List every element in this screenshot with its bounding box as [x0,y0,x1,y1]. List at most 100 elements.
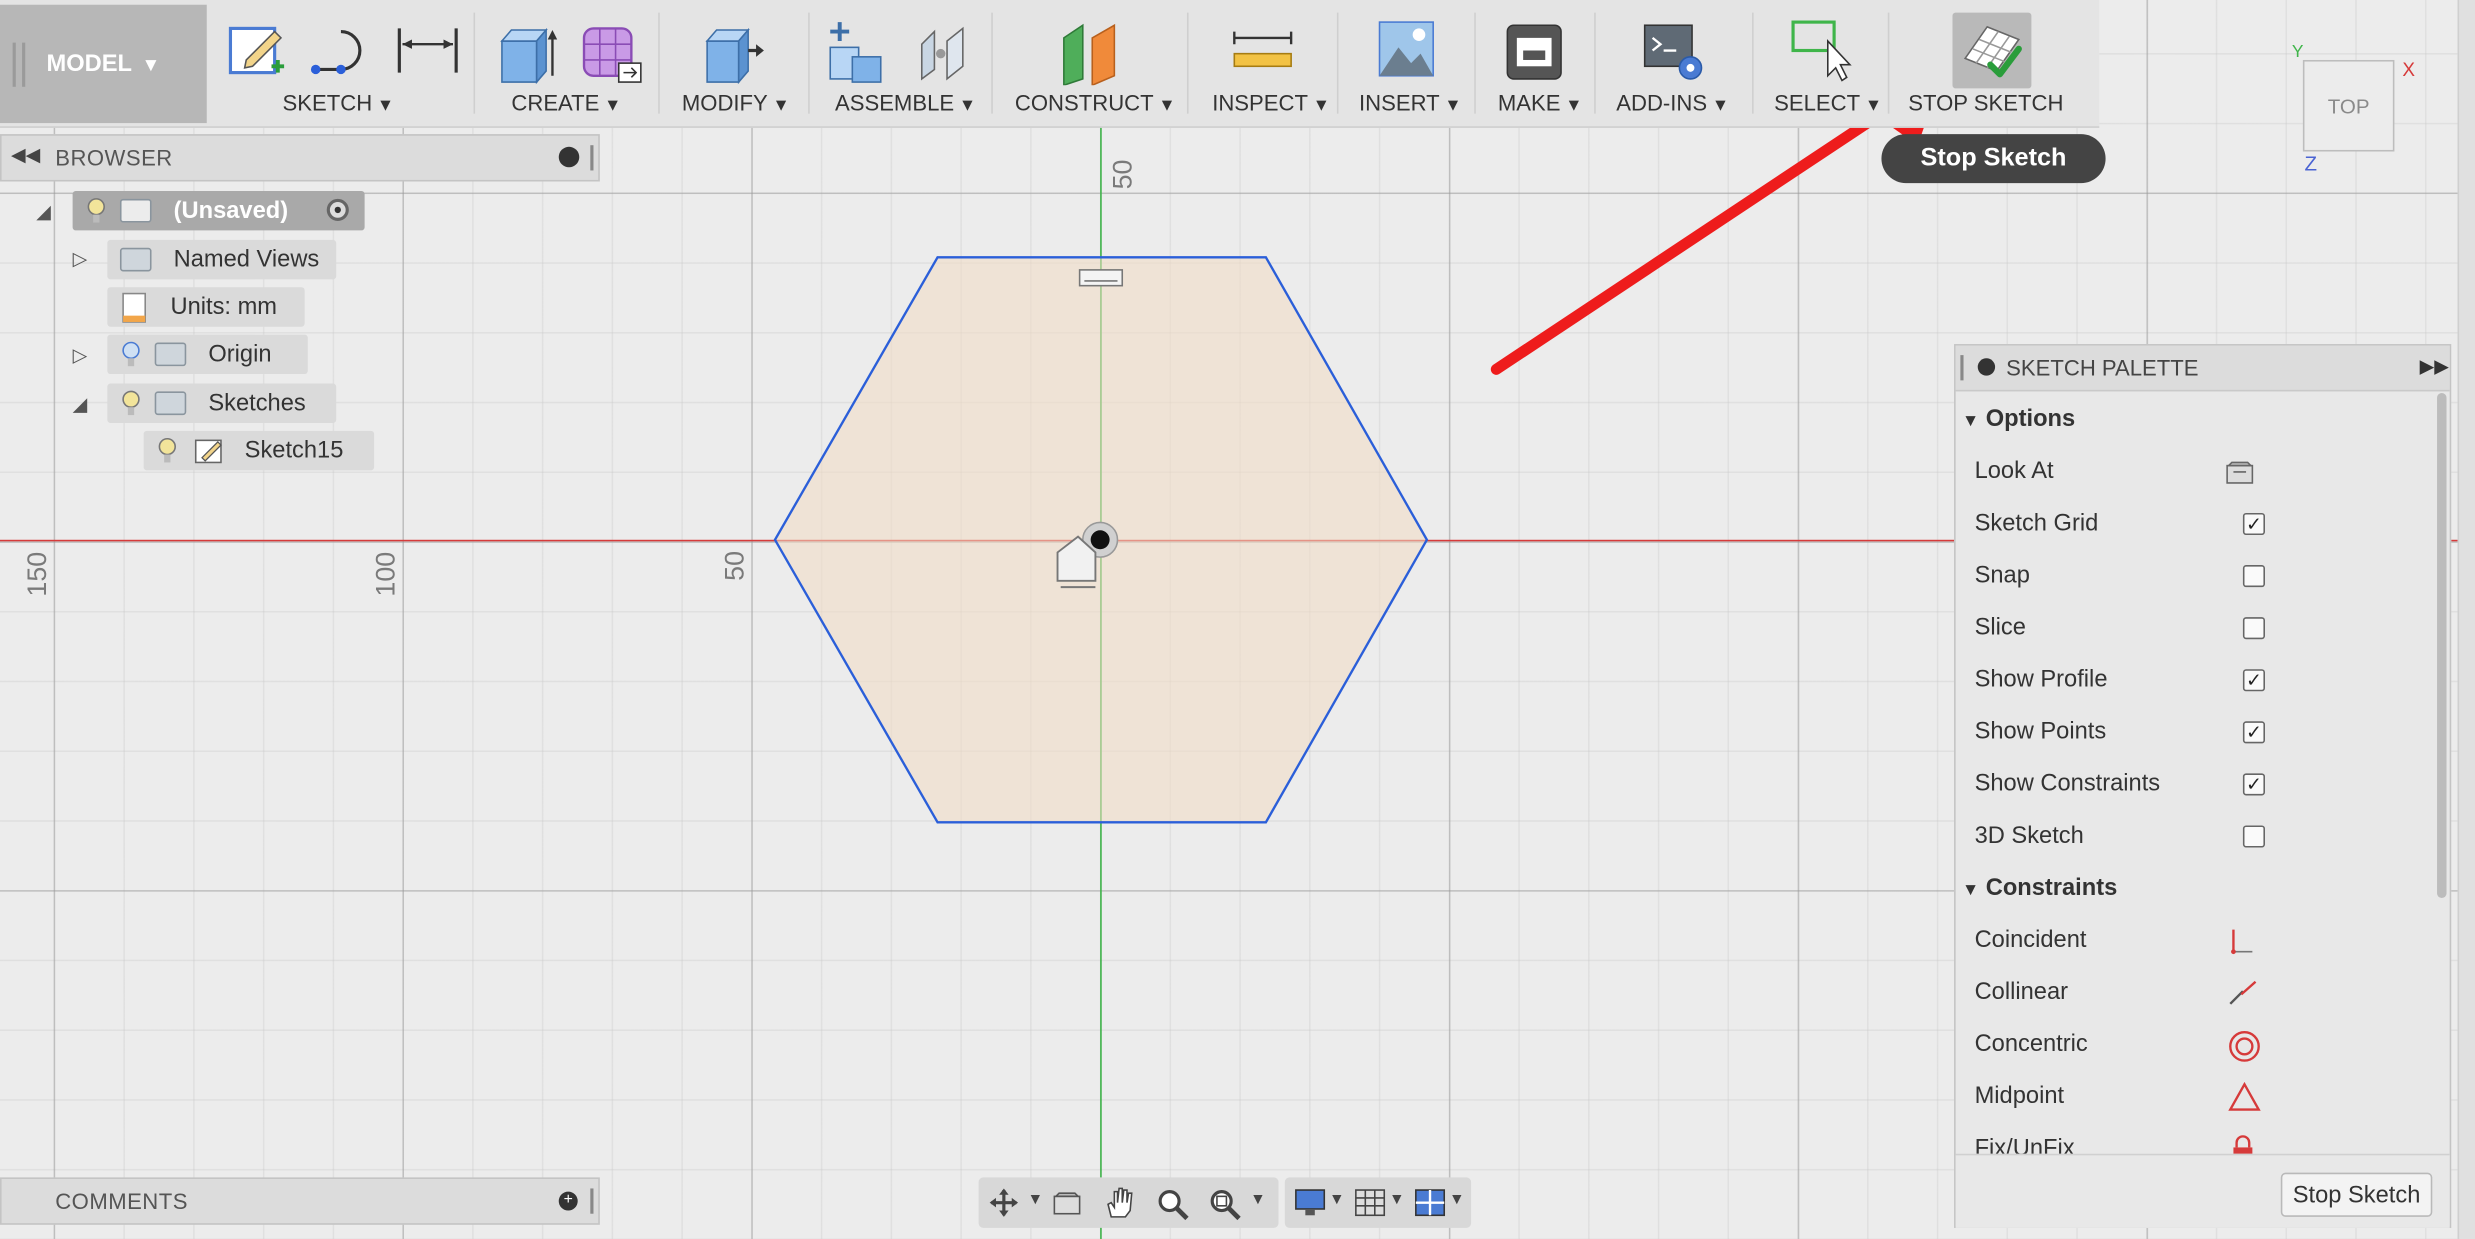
expand-named-views-icon[interactable]: ▷ [73,248,88,270]
collapse-panel-icon[interactable]: ◀◀ [11,144,40,166]
show-profile-checkbox[interactable]: ✓ [2242,669,2266,692]
assemble-menu[interactable]: ASSEMBLE ▼ [835,90,976,115]
select-menu[interactable]: SELECT ▼ [1774,90,1882,115]
insert-image-icon[interactable] [1376,19,1436,79]
tree-item-root[interactable]: (Unsaved) [72,190,365,231]
extrude-icon[interactable] [496,22,559,85]
viewports-icon[interactable] [1414,1188,1446,1217]
palette-scrollbar[interactable] [2437,392,2447,899]
joint-icon[interactable] [912,22,975,85]
make-menu[interactable]: MAKE ▼ [1498,90,1583,115]
new-component-icon[interactable] [824,19,887,85]
sketch-menu[interactable]: SKETCH ▼ [283,90,395,115]
zoom-icon[interactable] [1155,1187,1190,1222]
modify-menu[interactable]: MODIFY ▼ [682,90,790,115]
measure-icon[interactable] [1231,28,1294,72]
slice-checkbox[interactable] [2242,617,2266,640]
look-at-icon[interactable] [1051,1188,1083,1216]
option-show-constraints[interactable]: Show Constraints ✓ [1975,770,2291,797]
expand-root-icon[interactable]: ◢ [36,200,51,222]
tree-item-units[interactable]: Units: mm [107,287,305,327]
constraints-section-header[interactable]: ▼ Constraints [1962,874,2117,901]
create-sketch-icon[interactable] [227,22,287,82]
press-pull-icon[interactable] [701,22,767,85]
panel-grip-icon[interactable] [1960,355,1964,381]
collinear-icon[interactable] [2227,979,2259,1007]
panel-grip-icon[interactable] [590,145,594,171]
concentric-icon[interactable] [2227,1029,2262,1064]
browser-panel-header[interactable]: ◀◀ BROWSER [0,134,600,182]
chevron-down-icon[interactable]: ▼ [1028,1192,1044,1209]
chevron-down-icon[interactable]: ▼ [1389,1192,1405,1209]
sketch-palette-header[interactable]: SKETCH PALETTE ▶▶ [1955,345,2450,392]
option-show-profile[interactable]: Show Profile ✓ [1975,666,2291,693]
options-section-header[interactable]: ▼ Options [1962,406,2075,433]
zoom-window-icon[interactable] [1207,1187,1242,1222]
offset-plane-icon[interactable] [1058,19,1124,86]
visibility-bulb-icon[interactable] [120,389,142,417]
option-slice[interactable]: Slice [1975,614,2291,641]
stop-sketch-label[interactable]: STOP SKETCH [1908,90,2063,115]
chevron-down-icon[interactable]: ▼ [1329,1192,1345,1209]
chevron-down-icon[interactable]: ▼ [1250,1192,1266,1209]
comments-panel[interactable]: COMMENTS + [0,1177,600,1225]
tree-item-named-views[interactable]: Named Views [107,239,337,280]
scripts-icon[interactable] [1642,22,1705,82]
construct-menu[interactable]: CONSTRUCT ▼ [1015,90,1176,115]
3d-print-icon[interactable] [1504,22,1564,82]
option-look-at[interactable]: Look At [1975,458,2291,485]
stop-sketch-button[interactable]: Stop Sketch [2280,1172,2433,1217]
visibility-bulb-icon[interactable] [85,196,107,224]
coincident-icon[interactable] [2227,926,2259,955]
expand-origin-icon[interactable]: ▷ [73,344,88,366]
look-at-icon[interactable] [2224,458,2256,486]
visibility-bulb-icon[interactable] [156,436,178,464]
chevron-down-icon[interactable]: ▼ [1449,1192,1465,1209]
select-icon[interactable] [1790,19,1856,82]
tree-item-origin[interactable]: Origin [107,334,308,375]
toolbar-grip-icon[interactable] [12,42,26,87]
constraint-coincident[interactable]: Coincident [1975,926,2291,955]
orbit-icon[interactable] [988,1187,1020,1219]
tree-item-sketches[interactable]: Sketches [107,383,337,423]
line-tool-icon[interactable] [309,25,372,79]
insert-menu[interactable]: INSERT ▼ [1359,90,1462,115]
tree-item-sketch15[interactable]: Sketch15 [143,430,375,471]
browser-minimize-icon[interactable] [558,146,580,168]
panel-grip-icon[interactable] [590,1188,594,1214]
option-show-points[interactable]: Show Points ✓ [1975,718,2291,745]
dimension-tool-icon[interactable] [395,25,461,76]
stop-sketch-icon[interactable] [1959,17,2025,83]
view-cube-face[interactable]: TOP [2328,94,2370,118]
option-snap[interactable]: Snap [1975,562,2291,589]
visibility-bulb-icon[interactable] [120,340,142,368]
display-settings-icon[interactable] [1293,1187,1328,1219]
palette-minimize-icon[interactable] [1977,358,1996,376]
3d-sketch-checkbox[interactable] [2242,825,2266,848]
expand-panel-icon[interactable]: ▶▶ [2420,355,2449,377]
constraint-midpoint[interactable]: Midpoint [1975,1081,2291,1113]
create-menu[interactable]: CREATE ▼ [511,90,621,115]
workspace-switcher[interactable]: MODEL ▼ [0,4,207,124]
form-icon[interactable] [578,19,644,85]
add-comment-icon[interactable]: + [558,1191,578,1211]
snap-checkbox[interactable] [2242,565,2266,588]
sketch-grid-checkbox[interactable]: ✓ [2242,512,2266,536]
midpoint-icon[interactable] [2227,1081,2262,1113]
view-cube[interactable]: TOP [2302,59,2395,152]
grid-settings-icon[interactable] [1354,1188,1386,1217]
chevron-down-icon: ▼ [1158,96,1176,116]
expand-sketches-icon[interactable]: ◢ [73,393,88,415]
activate-radio-icon[interactable] [326,198,349,221]
constraint-concentric[interactable]: Concentric [1975,1031,2291,1062]
option-sketch-grid[interactable]: Sketch Grid ✓ [1975,510,2291,537]
show-points-checkbox[interactable]: ✓ [2242,721,2266,744]
inspect-menu[interactable]: INSPECT ▼ [1212,90,1330,115]
main-toolbar: MODEL ▼ SKETCH ▼ CREATE ▼ MODIFY ▼ ASSEM… [0,0,2100,128]
constraint-collinear[interactable]: Collinear [1975,979,2291,1007]
show-constraints-checkbox[interactable]: ✓ [2242,773,2266,796]
pan-icon[interactable] [1103,1185,1135,1220]
addins-menu[interactable]: ADD-INS ▼ [1616,90,1729,115]
option-3d-sketch[interactable]: 3D Sketch [1975,822,2291,849]
tree-item-label: Named Views [173,246,320,274]
